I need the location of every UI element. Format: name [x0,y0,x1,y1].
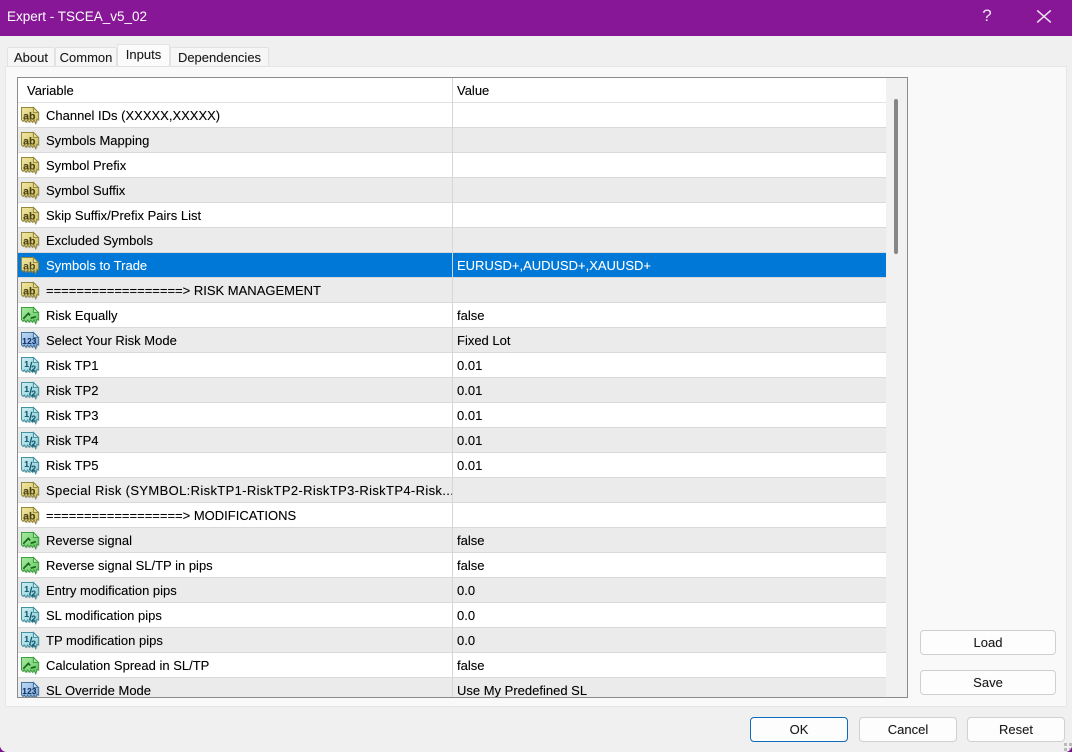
svg-text:1: 1 [24,384,29,394]
svg-text:1: 1 [24,459,29,469]
svg-text:2: 2 [31,639,36,649]
svg-text:123: 123 [22,687,37,696]
svg-text:2: 2 [31,439,36,449]
svg-text:1: 1 [24,634,29,644]
svg-text:2: 2 [31,414,36,424]
svg-text:ab: ab [23,235,35,247]
svg-text:ab: ab [23,135,35,147]
svg-text:ab: ab [23,185,35,197]
svg-text:1: 1 [24,584,29,594]
svg-text:ab: ab [23,510,35,522]
svg-text:2: 2 [31,589,36,599]
svg-text:ab: ab [23,160,35,172]
svg-text:ab: ab [23,485,35,497]
svg-text:ab: ab [23,285,35,297]
svg-text:2: 2 [31,389,36,399]
svg-text:123: 123 [22,337,37,346]
svg-text:1: 1 [24,434,29,444]
svg-text:2: 2 [31,464,36,474]
svg-text:2: 2 [31,364,36,374]
svg-text:1: 1 [24,609,29,619]
svg-text:2: 2 [31,614,36,624]
svg-text:ab: ab [23,110,35,122]
svg-text:1: 1 [24,359,29,369]
svg-text:ab: ab [23,260,35,272]
svg-text:1: 1 [24,409,29,419]
svg-text:ab: ab [23,210,35,222]
